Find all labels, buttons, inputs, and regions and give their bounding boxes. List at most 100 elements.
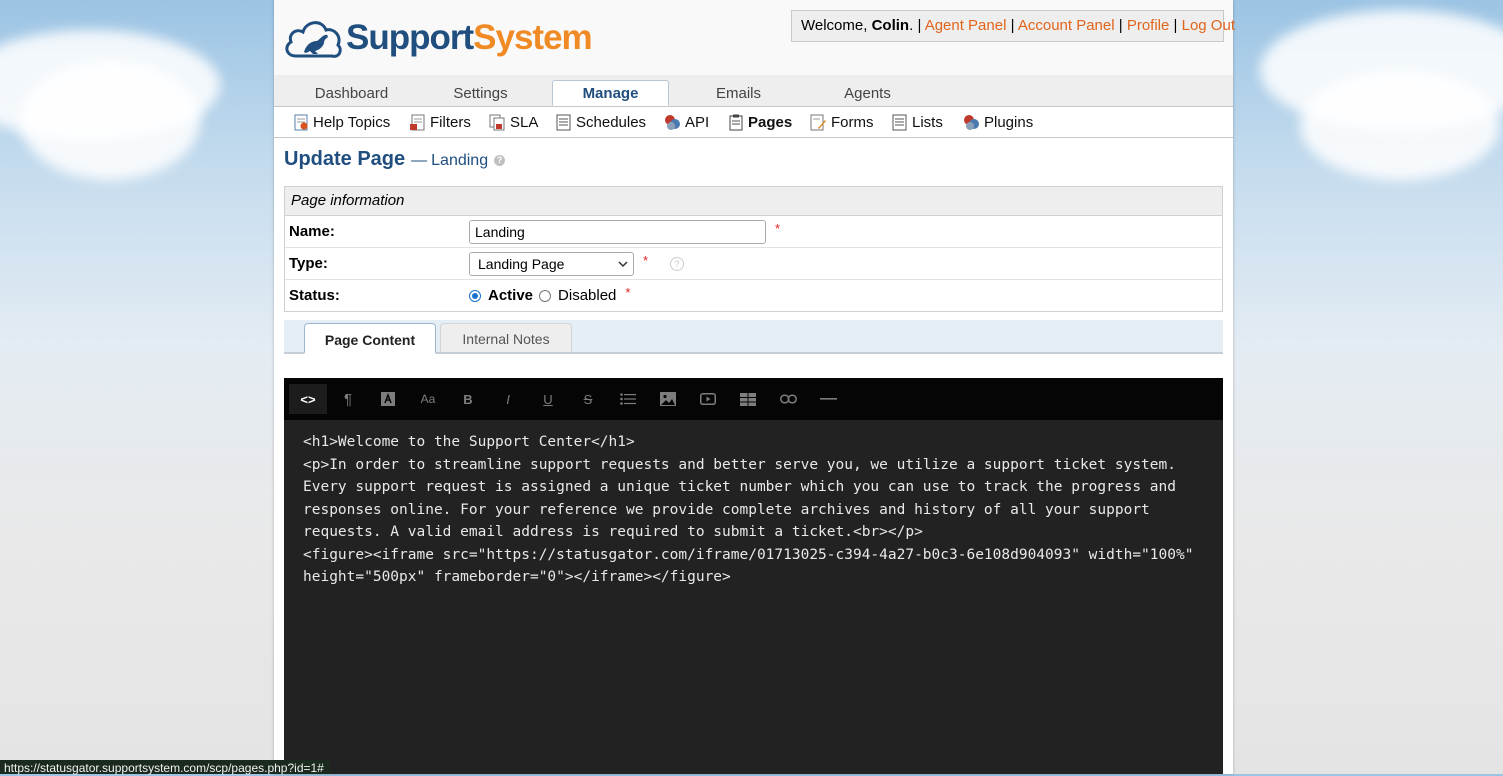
italic-icon: I	[506, 391, 510, 407]
browser-status-url: https://statusgator.supportsystem.com/sc…	[0, 760, 330, 775]
strikethrough-button[interactable]: S	[569, 384, 607, 414]
subnav-item-api[interactable]: API	[664, 107, 709, 137]
main-nav-tabs: Dashboard Settings Manage Emails Agents	[274, 75, 1233, 107]
required-marker: *	[643, 253, 649, 268]
forms-icon	[810, 114, 826, 130]
font-size-icon: Aa	[420, 392, 436, 406]
subnav-item-lists[interactable]: Lists	[892, 107, 943, 137]
lists-icon	[892, 114, 907, 130]
tab-emails[interactable]: Emails	[680, 75, 797, 106]
header: Support System Welcome, Colin. | Agent Pa…	[274, 0, 1235, 75]
form-row-name: Name: *	[285, 216, 1222, 248]
text-color-icon	[381, 392, 395, 406]
code-editor-content[interactable]: <h1>Welcome to the Support Center</h1> <…	[303, 431, 1203, 589]
tab-dashboard[interactable]: Dashboard	[293, 75, 410, 106]
logo-word-support: Support	[346, 17, 474, 57]
name-label: Name:	[289, 223, 335, 240]
bold-button[interactable]: B	[449, 384, 487, 414]
title-dash: —	[411, 152, 428, 169]
tab-settings[interactable]: Settings	[422, 75, 539, 106]
filters-icon	[410, 114, 425, 130]
image-button[interactable]	[649, 384, 687, 414]
underline-button[interactable]: U	[529, 384, 567, 414]
tab-page-content[interactable]: Page Content	[304, 323, 436, 354]
subnav-label: Help Topics	[313, 113, 391, 131]
user-name: Colin	[871, 17, 910, 34]
type-selected-value: Landing Page	[478, 255, 565, 272]
welcome-text: Welcome,	[801, 17, 868, 34]
status-active-radio[interactable]	[469, 289, 481, 302]
sla-icon	[489, 114, 505, 130]
page-heading: Update Page — Landing?	[284, 148, 506, 171]
name-input[interactable]	[469, 219, 766, 244]
subnav-label: Pages	[748, 113, 793, 131]
horizontal-rule-icon	[819, 398, 837, 400]
profile-link[interactable]: Profile	[1127, 17, 1170, 34]
code-view-button[interactable]: <>	[289, 384, 327, 414]
subnav-item-schedules[interactable]: Schedules	[556, 107, 646, 137]
pages-icon	[729, 114, 743, 130]
subnav-item-sla[interactable]: SLA	[489, 107, 538, 137]
table-icon	[740, 392, 756, 406]
subnav-item-forms[interactable]: Forms	[810, 107, 874, 137]
link-button[interactable]	[769, 384, 807, 414]
subnav-item-plugins[interactable]: Plugins	[963, 107, 1033, 137]
background-cloud	[20, 60, 200, 180]
bulleted-list-button[interactable]	[609, 384, 647, 414]
subnav-label: Plugins	[984, 113, 1034, 131]
help-icon[interactable]: ?	[494, 155, 506, 166]
paragraph-button[interactable]: ¶	[329, 384, 367, 414]
sub-nav: Help Topics Filters SLA Schedules API Pa…	[274, 107, 1233, 138]
chevron-down-icon	[618, 260, 628, 267]
subnav-label: Forms	[831, 113, 874, 131]
help-topics-icon	[294, 114, 308, 130]
tab-manage[interactable]: Manage	[552, 80, 669, 106]
help-icon[interactable]: ?	[670, 256, 685, 271]
subnav-label: Schedules	[576, 113, 647, 131]
type-label: Type:	[289, 255, 328, 272]
table-button[interactable]	[729, 384, 767, 414]
kangaroo-cloud-logo-icon	[285, 21, 342, 58]
account-panel-link[interactable]: Account Panel	[1018, 17, 1115, 34]
status-active-label: Active	[488, 287, 534, 304]
required-marker: *	[775, 221, 781, 236]
video-button[interactable]	[689, 384, 727, 414]
status-disabled-radio[interactable]	[539, 289, 552, 302]
plugins-icon	[964, 114, 979, 130]
logo-word-system: System	[473, 17, 593, 57]
form-row-type: Type: Landing Page * ?	[285, 248, 1222, 280]
tab-agents[interactable]: Agents	[809, 75, 926, 106]
editor-toolbar: <> ¶ Aa B I U S	[284, 378, 1223, 420]
log-out-link[interactable]: Log Out	[1182, 17, 1235, 34]
page-title: Update Page	[284, 148, 406, 170]
underline-icon: U	[543, 391, 553, 407]
agent-panel-link[interactable]: Agent Panel	[925, 17, 1007, 34]
user-panel: Welcome, Colin. | Agent Panel | Account …	[791, 10, 1235, 42]
page-subtitle: Landing	[431, 152, 489, 169]
font-size-button[interactable]: Aa	[409, 384, 447, 414]
user-name-suffix: .	[909, 17, 914, 34]
bold-icon: B	[463, 391, 473, 407]
subnav-item-pages[interactable]: Pages	[729, 107, 792, 137]
background-cloud	[1300, 70, 1500, 180]
page-information-form: Page information Name: * Type: Landing P…	[284, 186, 1223, 312]
content-tabs: Page Content Internal Notes	[284, 320, 1223, 354]
subnav-label: Lists	[912, 113, 943, 131]
form-row-status: Status: Active Disabled *	[285, 280, 1222, 311]
type-select[interactable]: Landing Page	[469, 251, 634, 276]
strikethrough-icon: S	[583, 391, 593, 407]
subnav-label: SLA	[510, 113, 539, 131]
tab-internal-notes[interactable]: Internal Notes	[440, 323, 572, 352]
separator: |	[1010, 17, 1015, 34]
page-container: Support System Welcome, Colin. | Agent Pa…	[274, 0, 1235, 774]
logo[interactable]: Support System	[282, 12, 593, 62]
italic-button[interactable]: I	[489, 384, 527, 414]
subnav-item-filters[interactable]: Filters	[409, 107, 471, 137]
section-header: Page information	[285, 187, 1222, 216]
status-label: Status:	[289, 287, 340, 304]
subnav-label: API	[685, 113, 710, 131]
subnav-item-help-topics[interactable]: Help Topics	[294, 107, 390, 137]
horizontal-rule-button[interactable]	[809, 384, 847, 414]
separator: |	[917, 17, 922, 34]
text-color-button[interactable]	[369, 384, 407, 414]
